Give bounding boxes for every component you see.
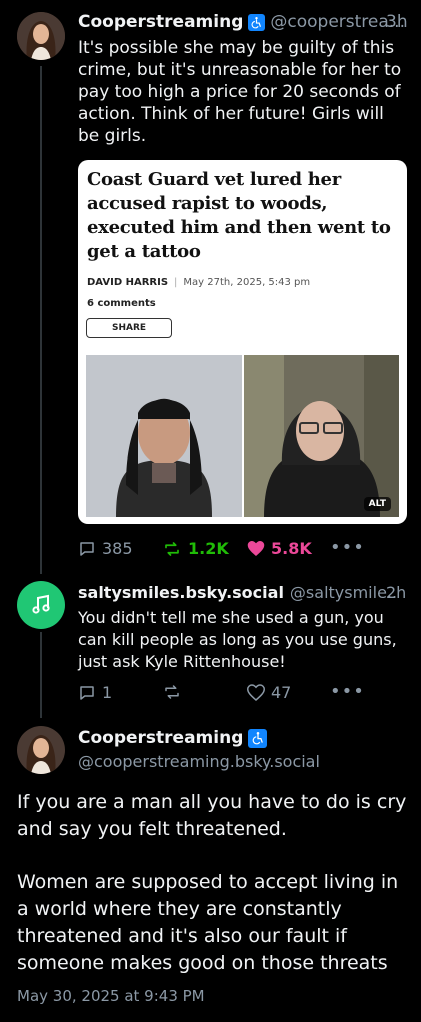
like-count: 47 <box>271 683 292 702</box>
accessibility-icon <box>248 728 268 748</box>
timestamp[interactable]: 3h <box>386 12 408 32</box>
share-button[interactable]: SHARE <box>86 318 172 338</box>
more-options-button[interactable]: ••• <box>330 681 365 702</box>
like-button[interactable]: 47 <box>247 683 291 702</box>
post-timestamp[interactable]: May 30, 2025 at 9:43 PM <box>17 987 205 1005</box>
accessibility-icon <box>248 13 266 31</box>
repost-count: 1.2K <box>188 539 229 558</box>
more-options-button[interactable]: ••• <box>330 537 365 558</box>
post-text-paragraph-2: Women are supposed to accept living in a… <box>17 871 399 974</box>
heart-icon <box>247 541 265 556</box>
like-button[interactable]: 5.8K <box>247 539 312 558</box>
repost-button[interactable]: 1.2K <box>162 539 229 558</box>
handle[interactable]: @cooperstreaming.bsky.social <box>78 752 320 771</box>
more-icon: ••• <box>330 681 365 702</box>
repost-icon <box>165 541 179 556</box>
avatar[interactable] <box>17 726 65 774</box>
alt-badge[interactable]: ALT <box>363 497 391 511</box>
repost-icon <box>165 685 179 699</box>
card-comments: 6 comments <box>87 298 156 309</box>
reply-icon <box>80 685 94 700</box>
byline-divider: | <box>174 277 178 288</box>
mugshot-image[interactable] <box>86 355 242 517</box>
thread-line <box>40 632 42 718</box>
post-text: It's possible she may be guilty of this … <box>78 38 402 146</box>
display-name[interactable]: Cooperstreaming <box>78 12 243 32</box>
avatar[interactable] <box>17 12 65 60</box>
heart-icon <box>247 684 265 701</box>
reply-count: 1 <box>102 683 113 702</box>
card-date: May 27th, 2025, 5:43 pm <box>183 277 311 288</box>
reply-button[interactable]: 385 <box>78 539 133 558</box>
handle[interactable]: @cooperstrea... <box>270 12 405 32</box>
display-name[interactable]: Cooperstreaming <box>78 728 243 748</box>
reply-button[interactable]: 1 <box>78 683 112 702</box>
timestamp[interactable]: 2h <box>386 583 406 602</box>
post-text: You didn't tell me she used a gun, you c… <box>78 608 397 671</box>
suspect-photo[interactable]: ALT <box>244 355 399 517</box>
thread-line <box>40 66 42 574</box>
card-headline: Coast Guard vet lured her accused rapist… <box>87 169 391 262</box>
like-count: 5.8K <box>271 539 312 558</box>
more-icon: ••• <box>330 537 365 558</box>
avatar[interactable] <box>17 581 65 629</box>
reply-icon <box>80 541 94 556</box>
repost-button[interactable] <box>162 683 182 701</box>
reply-count: 385 <box>102 539 133 558</box>
link-card[interactable]: Coast Guard vet lured her accused rapist… <box>78 160 407 524</box>
display-name[interactable]: saltysmiles.bsky.social <box>78 583 284 602</box>
post-text-paragraph-1: If you are a man all you have to do is c… <box>17 791 407 840</box>
card-author: DAVID HARRIS <box>87 277 169 288</box>
music-note-icon <box>32 594 50 614</box>
handle[interactable]: @saltysmile.. <box>290 583 397 602</box>
